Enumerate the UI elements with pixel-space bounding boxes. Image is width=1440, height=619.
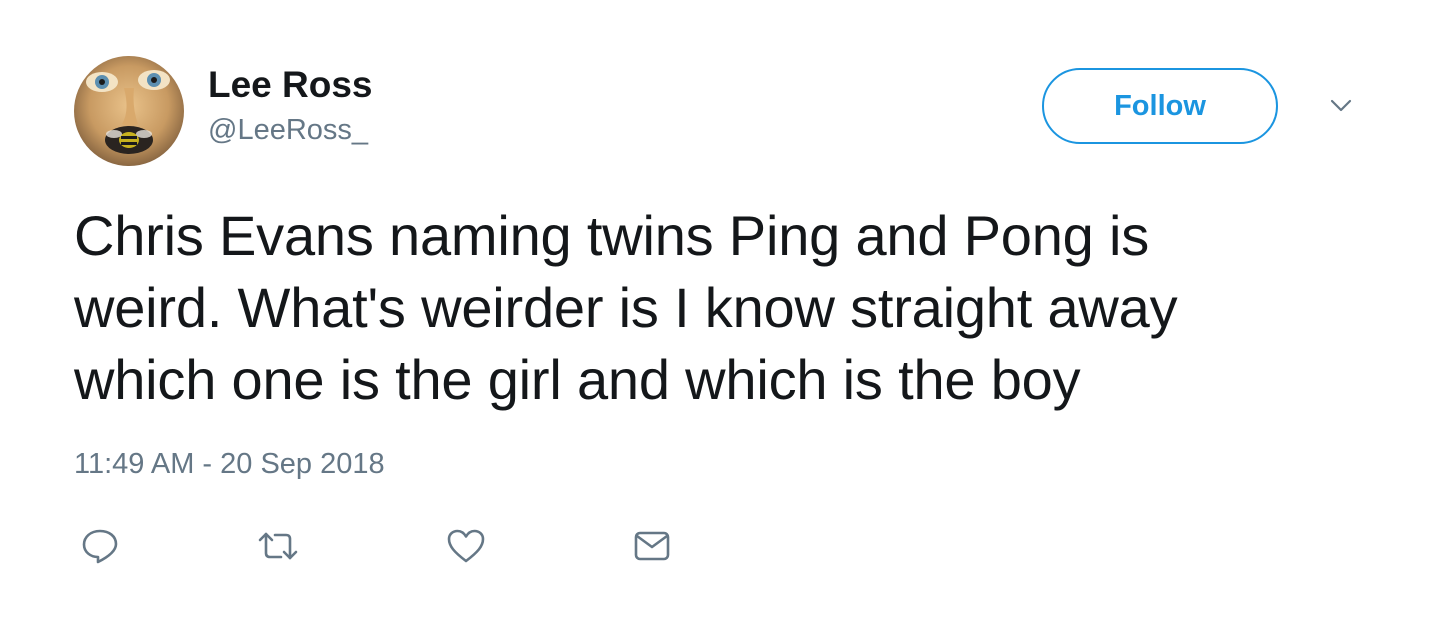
user-display-name[interactable]: Lee Ross [208,64,373,106]
reply-icon [82,529,118,564]
envelope-icon [634,531,670,561]
tweet-text-line: which one is the girl and which is the b… [74,348,1081,411]
tweet-card: Lee Ross @LeeRoss_ Follow Chris Evans na… [0,0,1440,619]
tweet-text-line: Chris Evans naming twins Ping and Pong i… [74,204,1150,267]
heart-icon [447,529,485,563]
retweet-icon [258,532,298,560]
follow-button[interactable]: Follow [1042,68,1278,144]
tweet-text-line: weird. What's weirder is I know straight… [74,276,1178,339]
more-menu-button[interactable] [1326,94,1356,118]
avatar-photo-icon [74,56,184,166]
user-handle[interactable]: @LeeRoss_ [208,114,368,147]
like-button[interactable] [444,526,488,566]
retweet-button[interactable] [256,526,300,566]
direct-message-button[interactable] [630,526,674,566]
tweet-text: Chris Evans naming twins Ping and Pong i… [74,200,1394,416]
reply-button[interactable] [78,526,122,566]
user-avatar[interactable] [74,56,184,166]
chevron-down-icon [1330,99,1352,112]
tweet-timestamp[interactable]: 11:49 AM - 20 Sep 2018 [74,448,385,481]
